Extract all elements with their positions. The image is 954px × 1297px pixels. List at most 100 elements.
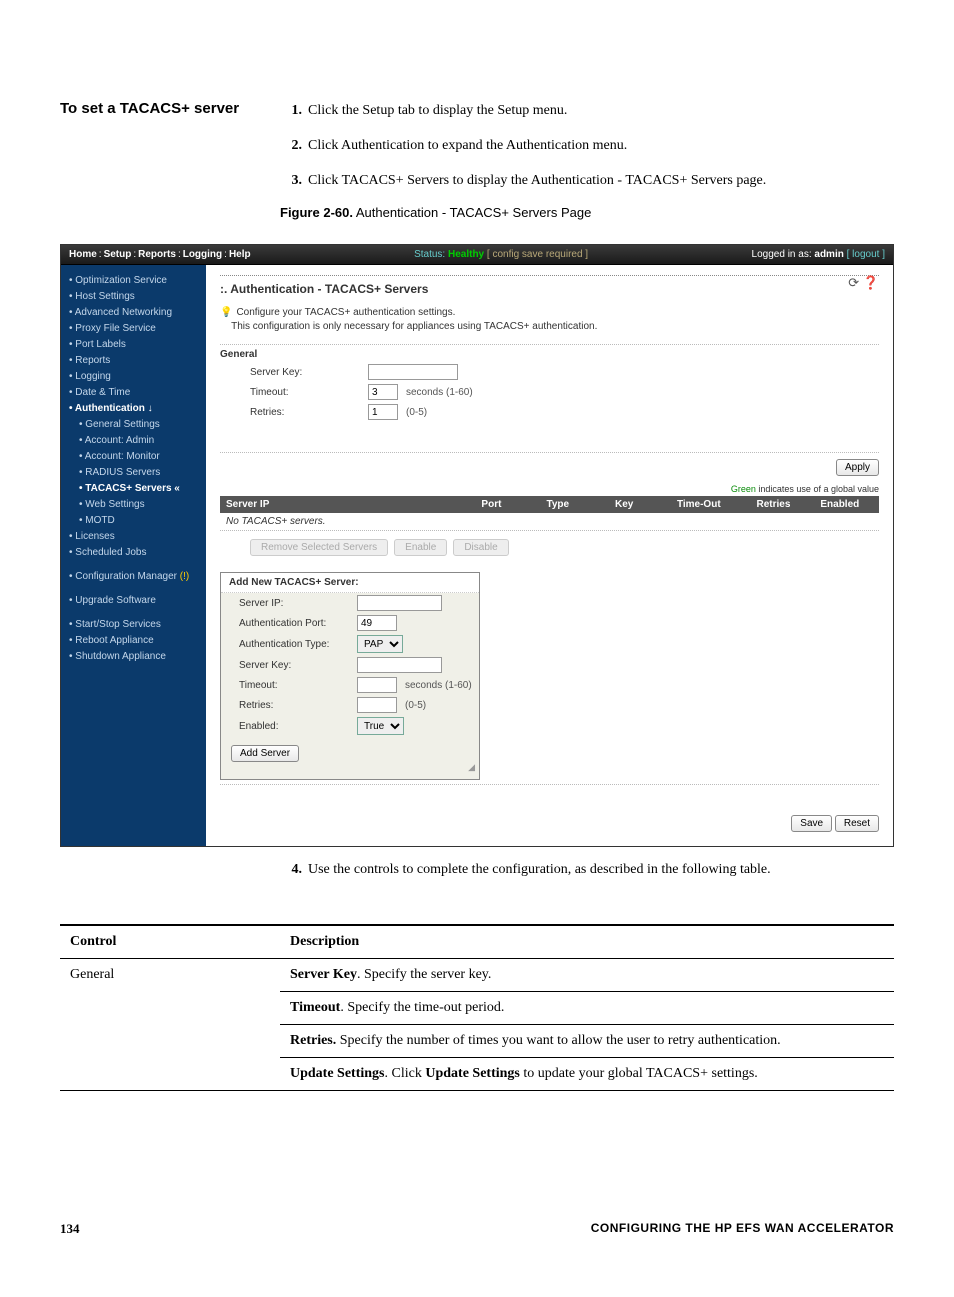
sidebar-item[interactable]: • Logging [61,369,206,385]
page-title: :. Authentication - TACACS+ Servers [220,275,879,302]
bulb-icon: 💡 [220,307,232,318]
timeout-hint: seconds (1-60) [406,387,473,398]
sidebar: • Optimization Service• Host Settings• A… [61,265,206,846]
sidebar-item[interactable]: • Host Settings [61,289,206,305]
resize-handle[interactable]: ◢ [221,762,479,773]
add-authtype-select[interactable]: PAP [357,635,403,653]
add-timeout-hint: seconds (1-60) [405,680,472,691]
add-serverip-input[interactable] [357,595,442,611]
step-text: Use the controls to complete the configu… [308,859,771,880]
page-header-icons: ⟳ ❓ [848,275,879,291]
td-desc: Server Key. Specify the server key. [280,959,894,992]
sidebar-item[interactable]: • Configuration Manager (!) [61,569,206,585]
sidebar-item[interactable]: • Upgrade Software [61,593,206,609]
sidebar-item[interactable]: • General Settings [61,417,206,433]
add-timeout-input[interactable] [357,677,397,693]
status-area: Status: Healthy [ config save required ] [414,249,588,260]
td-desc: Retries. Specify the number of times you… [280,1025,894,1058]
sidebar-item[interactable]: • Start/Stop Services [61,617,206,633]
add-enabled-select[interactable]: True [357,717,404,735]
reset-button[interactable]: Reset [835,815,879,832]
nav-setup[interactable]: Setup [104,249,132,260]
sidebar-item[interactable]: • Licenses [61,529,206,545]
nav-reports[interactable]: Reports [138,249,176,260]
sidebar-item[interactable]: • Account: Monitor [61,449,206,465]
th-serverip: Server IP [226,499,458,510]
add-timeout-label: Timeout: [239,680,349,691]
section-heading: To set a TACACS+ server [60,100,240,224]
disable-button: Disable [453,539,508,556]
add-authport-input[interactable] [357,615,397,631]
step-number: 1. [280,100,302,121]
th-retries: Retries [740,499,806,510]
sidebar-item[interactable]: • Date & Time [61,385,206,401]
sidebar-item[interactable]: • Web Settings [61,497,206,513]
step-text: Click TACACS+ Servers to display the Aut… [308,170,766,191]
enable-button: Enable [394,539,447,556]
controls-description-table: Control Description General Server Key. … [60,924,894,1091]
ui-screenshot: Home : Setup : Reports : Logging : Help … [60,244,894,847]
help-icon[interactable]: ❓ [863,275,879,290]
timeout-label: Timeout: [250,387,360,398]
timeout-input[interactable] [368,384,398,400]
th-port: Port [458,499,524,510]
login-area: Logged in as: admin [ logout ] [752,249,885,260]
th-description: Description [280,925,894,959]
ui-topbar: Home : Setup : Reports : Logging : Help … [61,245,893,265]
save-button[interactable]: Save [791,815,832,832]
sidebar-item[interactable]: • Proxy File Service [61,321,206,337]
td-control-general: General [60,959,280,1091]
nav-home[interactable]: Home [69,249,97,260]
status-value: Healthy [448,249,484,260]
add-serverkey-label: Server Key: [239,660,349,671]
sidebar-item[interactable]: • Reports [61,353,206,369]
add-server-button[interactable]: Add Server [231,745,299,762]
sidebar-item[interactable]: • Authentication ↓ [61,401,206,417]
no-servers-message: No TACACS+ servers. [220,513,879,531]
sidebar-item[interactable]: • MOTD [61,513,206,529]
retries-label: Retries: [250,407,360,418]
retries-hint: (0-5) [406,407,427,418]
sidebar-item[interactable]: • RADIUS Servers [61,465,206,481]
nav-logging[interactable]: Logging [183,249,222,260]
sidebar-item[interactable]: • Account: Admin [61,433,206,449]
apply-button[interactable]: Apply [836,459,879,476]
global-value-note: Green indicates use of a global value [220,482,879,496]
th-key: Key [591,499,657,510]
remove-servers-button: Remove Selected Servers [250,539,388,556]
step-text: Click Authentication to expand the Authe… [308,135,627,156]
step-text: Click the Setup tab to display the Setup… [308,100,567,121]
td-desc: Update Settings. Click Update Settings t… [280,1058,894,1091]
figure-caption: Figure 2-60. Authentication - TACACS+ Se… [280,205,894,220]
sidebar-item[interactable]: • Optimization Service [61,273,206,289]
sidebar-item[interactable]: • Port Labels [61,337,206,353]
server-key-input[interactable] [368,364,458,380]
add-authtype-label: Authentication Type: [239,639,349,650]
th-type: Type [525,499,591,510]
add-retries-label: Retries: [239,700,349,711]
instructions: 1. Click the Setup tab to display the Set… [280,100,894,224]
sidebar-item[interactable]: • Reboot Appliance [61,633,206,649]
add-retries-input[interactable] [357,697,397,713]
sidebar-item[interactable]: • Scheduled Jobs [61,545,206,561]
nav-help[interactable]: Help [229,249,251,260]
sidebar-item[interactable]: • Shutdown Appliance [61,649,206,665]
refresh-icon[interactable]: ⟳ [848,275,859,290]
add-panel-title: Add New TACACS+ Server: [221,573,479,593]
sidebar-item[interactable]: • Advanced Networking [61,305,206,321]
config-save-required[interactable]: [ config save required ] [487,249,588,260]
main-panel: ⟳ ❓ :. Authentication - TACACS+ Servers … [206,265,893,846]
add-retries-hint: (0-5) [405,700,426,711]
th-timeout: Time-Out [657,499,740,510]
topbar-nav: Home : Setup : Reports : Logging : Help [69,249,251,260]
td-desc: Timeout. Specify the time-out period. [280,992,894,1025]
retries-input[interactable] [368,404,398,420]
add-serverkey-input[interactable] [357,657,442,673]
th-control: Control [60,925,280,959]
add-enabled-label: Enabled: [239,721,349,732]
server-key-label: Server Key: [250,367,360,378]
page-hint: 💡Configure your TACACS+ authentication s… [220,306,879,334]
username: admin [814,249,843,260]
sidebar-item[interactable]: • TACACS+ Servers « [61,481,206,497]
logout-link[interactable]: [ logout ] [847,249,885,260]
